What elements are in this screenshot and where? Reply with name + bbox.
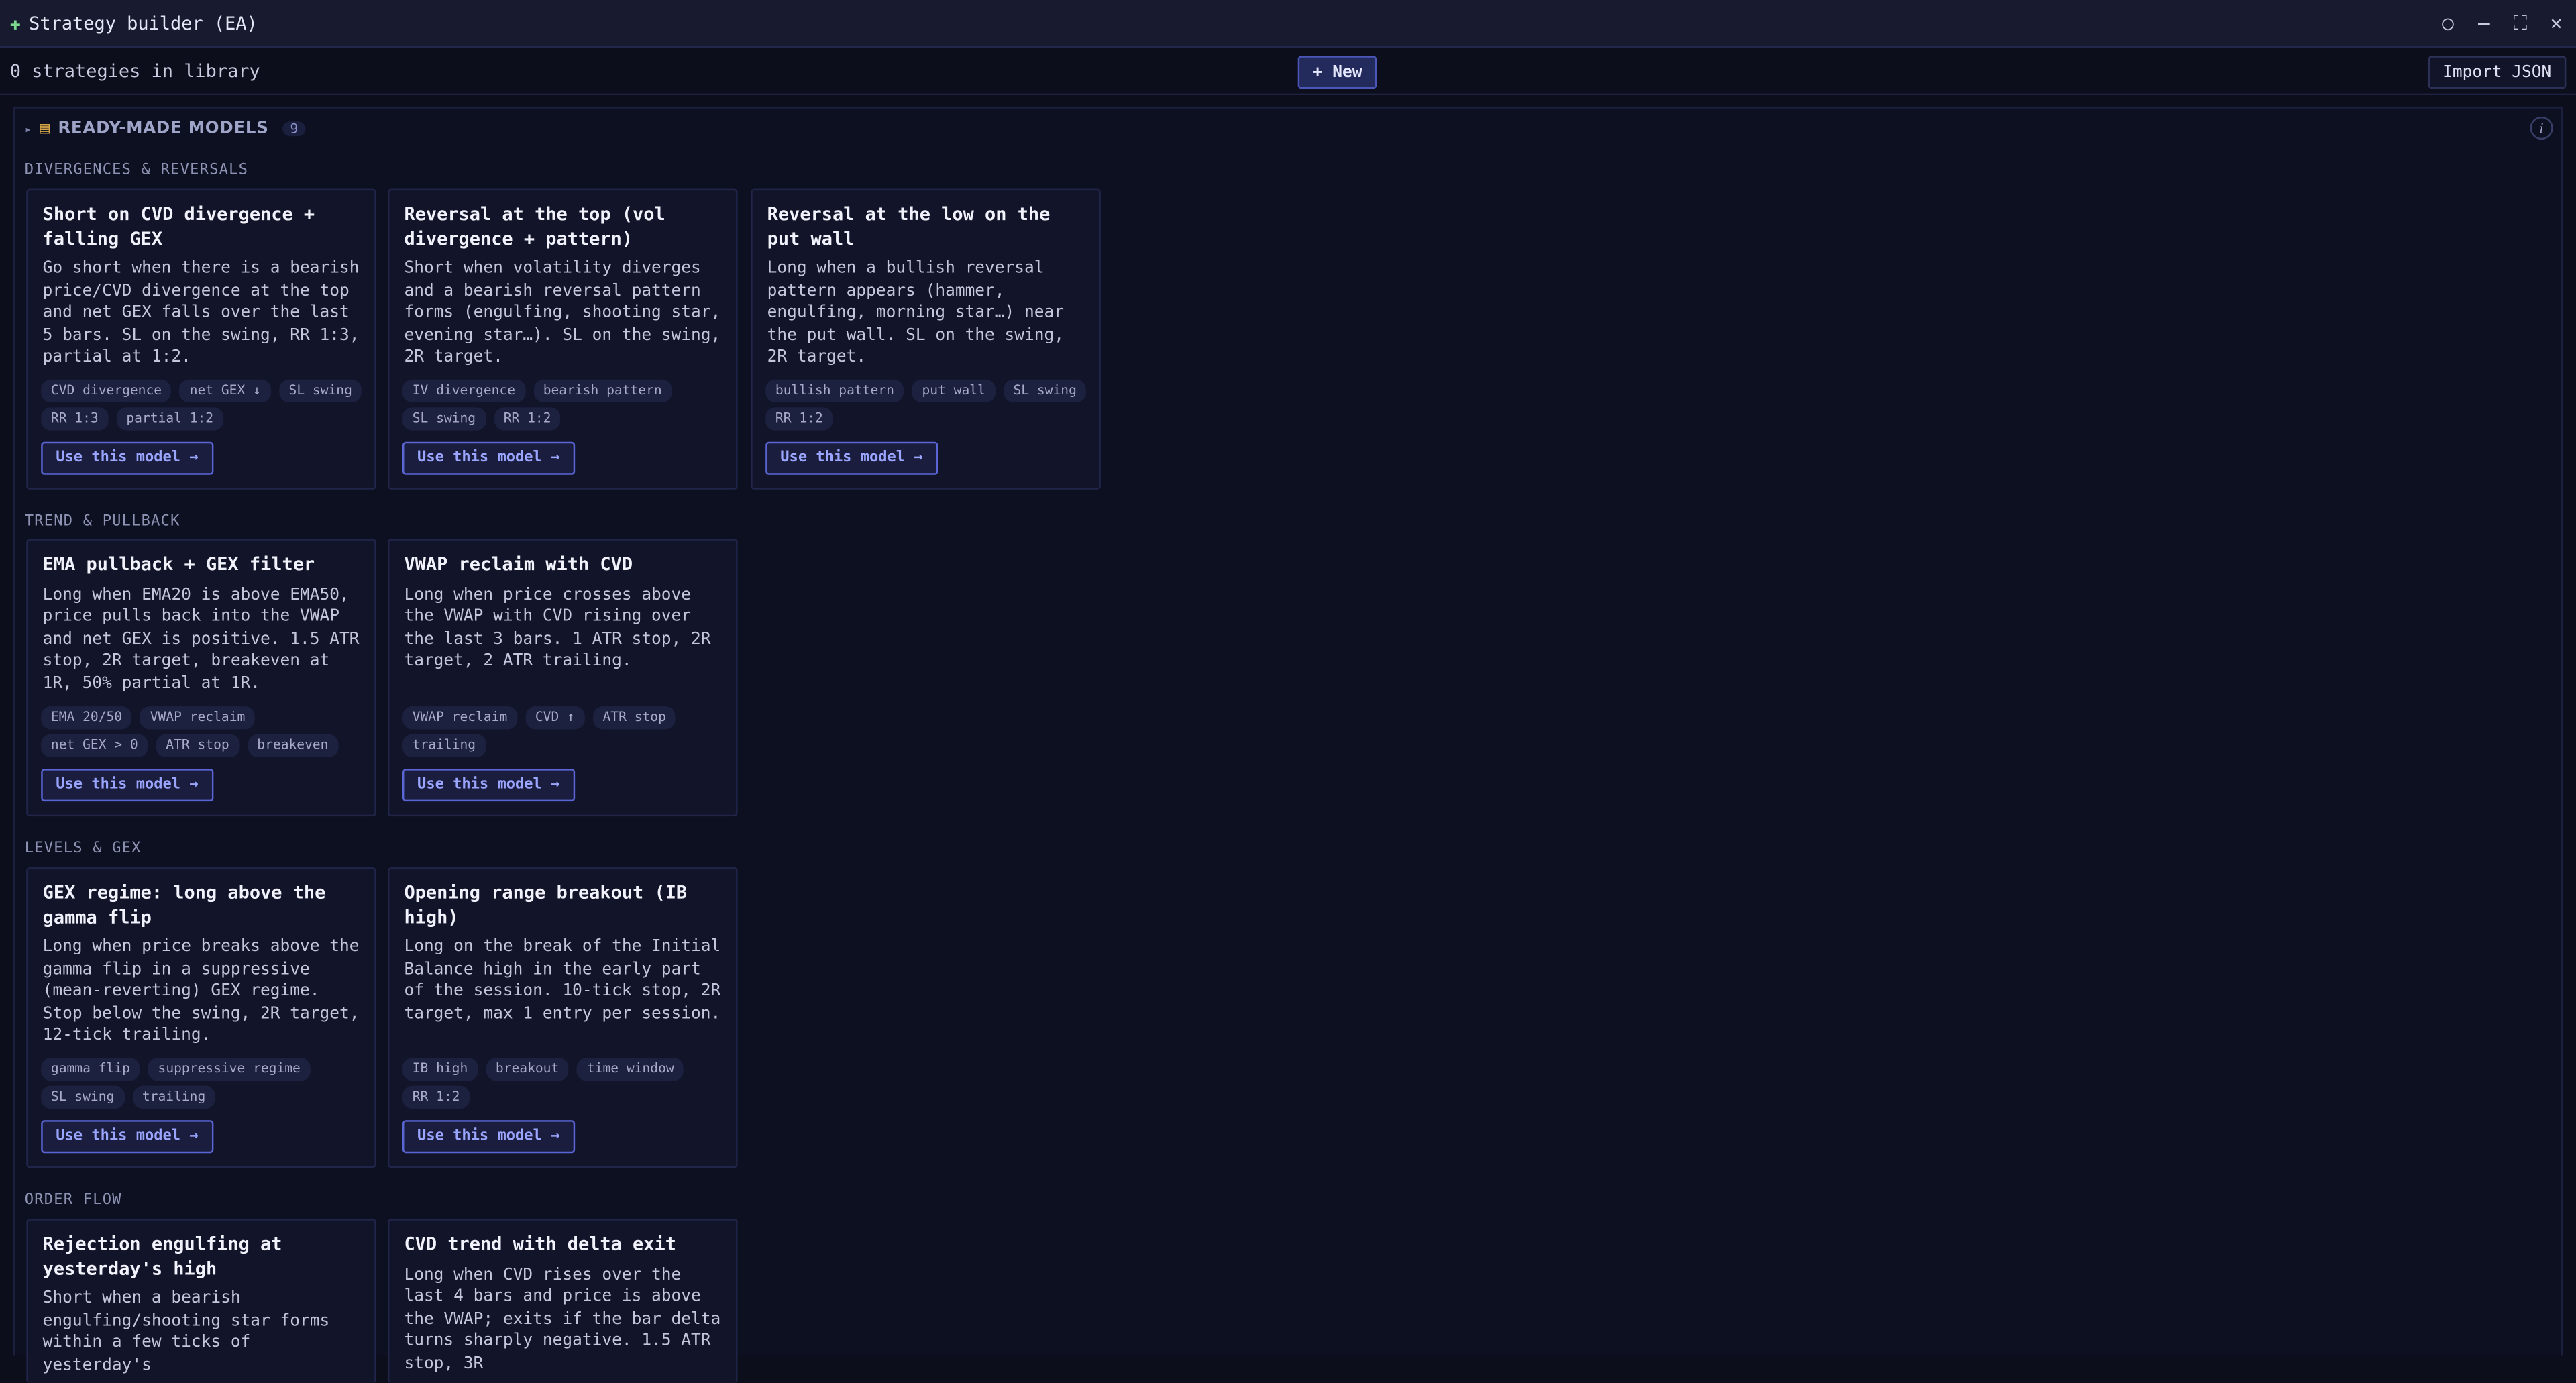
tag-list: gamma flip suppressive regime SL swing t…: [41, 1058, 370, 1109]
tag: net GEX > 0: [41, 734, 148, 757]
tag: time window: [577, 1058, 684, 1081]
card-title: Short on CVD divergence + falling GEX: [42, 203, 315, 250]
tag: SL swing: [402, 407, 486, 431]
panel-header[interactable]: ▸ ▤ READY-MADE MODELS 9: [25, 120, 307, 138]
tag: VWAP reclaim: [140, 706, 255, 730]
tag: breakeven: [247, 734, 339, 757]
tag-list: IV divergence bearish pattern SL swing R…: [402, 379, 731, 431]
toolbar: 0 strategies in library + New Import JSO…: [0, 48, 2576, 96]
tag-list: IB high breakout time window RR 1:2: [402, 1058, 731, 1109]
tag: ATR stop: [156, 734, 239, 757]
circle-icon[interactable]: ○: [2438, 11, 2457, 34]
info-icon[interactable]: i: [2530, 116, 2553, 140]
section-title: ORDER FLOW: [24, 1192, 122, 1209]
model-card: EMA pullback + GEX filter Long when EMA2…: [26, 539, 376, 817]
card-title: Rejection engulfing at yesterday's high: [42, 1233, 282, 1279]
tag: RR 1:2: [402, 1085, 470, 1109]
tag: CVD ↑: [525, 706, 585, 730]
card-title: GEX regime: long above the gamma flip: [42, 882, 326, 928]
tag: RR 1:2: [765, 407, 833, 431]
strategy-count: 0 strategies in library: [9, 60, 260, 82]
tag: suppressive regime: [148, 1058, 311, 1081]
use-model-button[interactable]: Use this model →: [402, 769, 575, 802]
card-title: Reversal at the top (vol divergence + pa…: [404, 203, 665, 250]
use-model-button[interactable]: Use this model →: [41, 769, 213, 802]
ready-made-models-panel: ▸ ▤ READY-MADE MODELS 9 i DIVERGENCES & …: [13, 107, 2563, 1383]
card-description: Long when EMA20 is above EMA50, price pu…: [42, 586, 360, 693]
tag-list: EMA 20/50 VWAP reclaim net GEX > 0 ATR s…: [41, 706, 370, 757]
card-description: Long on the break of the Initial Balance…: [404, 938, 721, 1023]
use-model-button[interactable]: Use this model →: [402, 1120, 575, 1154]
use-model-button[interactable]: Use this model →: [765, 441, 938, 475]
card-title: Opening range breakout (IB high): [404, 882, 688, 928]
tag: RR 1:3: [41, 407, 109, 431]
tag: RR 1:2: [494, 407, 561, 431]
card-description: Go short when there is a bearish price/C…: [42, 259, 360, 367]
tag: SL swing: [1003, 379, 1087, 403]
minimize-icon[interactable]: —: [2474, 11, 2493, 34]
card-title: CVD trend with delta exit: [404, 1233, 676, 1256]
card-description: Long when price breaks above the gamma f…: [42, 938, 360, 1045]
section-title: LEVELS & GEX: [24, 840, 142, 858]
tag: bearish pattern: [533, 379, 672, 403]
card-description: Long when price crosses above the VWAP w…: [404, 586, 711, 671]
count-badge: 9: [282, 121, 307, 137]
title-bar: ✚ Strategy builder (EA) ○ — ⛶ ✕: [0, 0, 2576, 48]
section-title: DIVERGENCES & REVERSALS: [24, 162, 249, 179]
tag: CVD divergence: [41, 379, 172, 403]
card-title: Reversal at the low on the put wall: [767, 203, 1051, 250]
model-card: CVD trend with delta exit Long when CVD …: [387, 1219, 738, 1383]
tag-list: VWAP reclaim CVD ↑ ATR stop trailing: [402, 706, 731, 757]
tag: IV divergence: [402, 379, 525, 403]
tag: SL swing: [41, 1085, 124, 1109]
card-description: Long when CVD rises over the last 4 bars…: [404, 1265, 721, 1373]
tag: IB high: [402, 1058, 478, 1081]
use-model-button[interactable]: Use this model →: [41, 441, 213, 475]
tag: bullish pattern: [765, 379, 904, 403]
tag: breakout: [486, 1058, 569, 1081]
model-card: VWAP reclaim with CVD Long when price cr…: [387, 539, 738, 817]
tag-list: CVD divergence net GEX ↓ SL swing RR 1:3…: [41, 379, 370, 431]
window-title: Strategy builder (EA): [29, 12, 258, 34]
tag: partial 1:2: [116, 407, 223, 431]
use-model-button[interactable]: Use this model →: [402, 441, 575, 475]
card-title: EMA pullback + GEX filter: [42, 553, 315, 575]
tag: ATR stop: [592, 706, 676, 730]
window-controls: ○ — ⛶ ✕: [2438, 11, 2566, 36]
model-card: GEX regime: long above the gamma flip Lo…: [26, 867, 376, 1168]
new-strategy-button[interactable]: + New: [1297, 56, 1377, 89]
model-card: Opening range breakout (IB high) Long on…: [387, 867, 738, 1168]
tag-list: bullish pattern put wall SL swing RR 1:2: [765, 379, 1094, 431]
tag: VWAP reclaim: [402, 706, 517, 730]
card-description: Long when a bullish reversal pattern app…: [767, 259, 1065, 367]
tag: trailing: [132, 1085, 215, 1109]
tag: put wall: [912, 379, 996, 403]
model-card: Rejection engulfing at yesterday's high …: [26, 1219, 376, 1383]
books-icon: ▤: [40, 119, 50, 138]
card-title: VWAP reclaim with CVD: [404, 553, 633, 575]
import-json-button[interactable]: Import JSON: [2428, 56, 2567, 89]
chevron-right-icon[interactable]: ▸: [25, 122, 32, 135]
card-description: Short when a bearish engulfing/shooting …: [42, 1289, 330, 1374]
model-card: Short on CVD divergence + falling GEX Go…: [26, 188, 376, 490]
model-card: Reversal at the top (vol divergence + pa…: [387, 188, 738, 490]
card-description: Short when volatility diverges and a bea…: [404, 259, 721, 367]
use-model-button[interactable]: Use this model →: [41, 1120, 213, 1154]
puzzle-icon: ✚: [9, 12, 21, 34]
model-card: Reversal at the low on the put wall Long…: [751, 188, 1101, 490]
tag: net GEX ↓: [180, 379, 271, 403]
tag: SL swing: [278, 379, 362, 403]
tag: EMA 20/50: [41, 706, 132, 730]
maximize-icon[interactable]: ⛶: [2510, 11, 2530, 36]
tag: trailing: [402, 734, 486, 757]
section-title: TREND & PULLBACK: [24, 514, 180, 531]
tag: gamma flip: [41, 1058, 140, 1081]
close-icon[interactable]: ✕: [2546, 11, 2566, 34]
panel-title: READY-MADE MODELS: [58, 119, 269, 138]
